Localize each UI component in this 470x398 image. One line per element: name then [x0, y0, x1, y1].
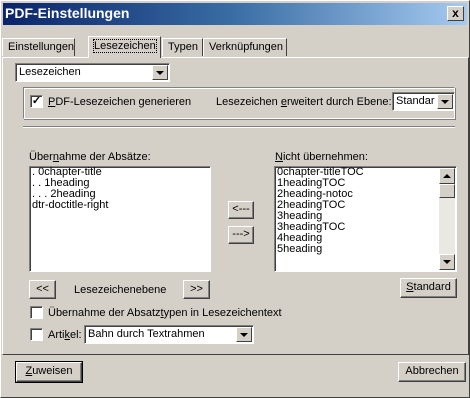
article-checkbox[interactable]	[30, 328, 43, 341]
move-left-button[interactable]: <---	[228, 201, 254, 219]
tab-lesezeichen[interactable]: Lesezeichen	[88, 36, 161, 58]
article-select[interactable]: Bahn durch Textrahmen	[84, 325, 254, 344]
section-select-value: Lesezeichen	[19, 66, 81, 78]
cancel-button[interactable]: Abbrechen	[398, 362, 466, 382]
tab-einstellungen[interactable]: Einstellungen	[2, 38, 75, 56]
standard-button[interactable]: Standard	[400, 278, 457, 298]
close-button[interactable]: x	[447, 6, 464, 21]
level-next-button[interactable]: >>	[183, 280, 210, 299]
title-bar[interactable]: PDF-Einstellungen x	[3, 3, 467, 25]
scroll-thumb[interactable]	[439, 184, 455, 198]
exclude-label: Nicht übernehmen:	[275, 151, 368, 163]
apply-paragraphs-label: Übernahme der Absätze:	[29, 151, 151, 163]
level-prev-button[interactable]: <<	[29, 280, 56, 299]
dialog-title: PDF-Einstellungen	[5, 5, 130, 21]
generate-bookmarks-checkbox[interactable]: ✓	[30, 95, 43, 108]
close-icon: x	[452, 6, 459, 20]
scroll-up-icon[interactable]	[439, 168, 455, 184]
level-select[interactable]: Standar	[392, 92, 455, 111]
section-separator	[23, 126, 455, 128]
list-item[interactable]: 5heading	[275, 244, 456, 255]
paragraph-types-checkbox[interactable]	[30, 306, 43, 319]
article-label: Artikel:	[48, 329, 82, 341]
excluded-paragraphs-list[interactable]: 0chapter-titleTOC 1headingTOC 2heading-n…	[274, 166, 457, 272]
checkmark-icon: ✓	[31, 95, 42, 107]
move-right-button[interactable]: --->	[228, 226, 254, 244]
applied-paragraphs-list[interactable]: . 0chapter-title . . 1heading . . . 2hea…	[29, 166, 211, 272]
scroll-down-icon[interactable]	[439, 254, 455, 270]
pdf-settings-dialog: PDF-Einstellungen x Einstellungen Leseze…	[0, 0, 470, 398]
generate-bookmarks-label: PDF-Lesezeichen generieren	[48, 96, 192, 108]
section-select[interactable]: Lesezeichen	[15, 63, 170, 82]
chevron-down-icon[interactable]	[236, 327, 252, 342]
tab-verknuepfungen[interactable]: Verknüpfungen	[203, 38, 287, 56]
chevron-down-icon[interactable]	[152, 65, 168, 80]
article-select-value: Bahn durch Textrahmen	[88, 328, 205, 340]
list-item[interactable]: dtr-doctitle-right	[30, 200, 210, 211]
tab-typen[interactable]: Typen	[162, 38, 203, 56]
paragraph-types-label: Übernahme der Absatztypen in Lesezeichen…	[48, 307, 282, 319]
vertical-scrollbar[interactable]	[439, 168, 455, 270]
chevron-down-icon[interactable]	[437, 94, 453, 109]
assign-button[interactable]: Zuweisen	[15, 361, 83, 383]
level-select-value: Standar	[396, 95, 435, 107]
level-extend-label: Lesezeichen erweitert durch Ebene:	[216, 96, 392, 108]
bookmark-level-label: Lesezeichenebene	[74, 284, 167, 296]
